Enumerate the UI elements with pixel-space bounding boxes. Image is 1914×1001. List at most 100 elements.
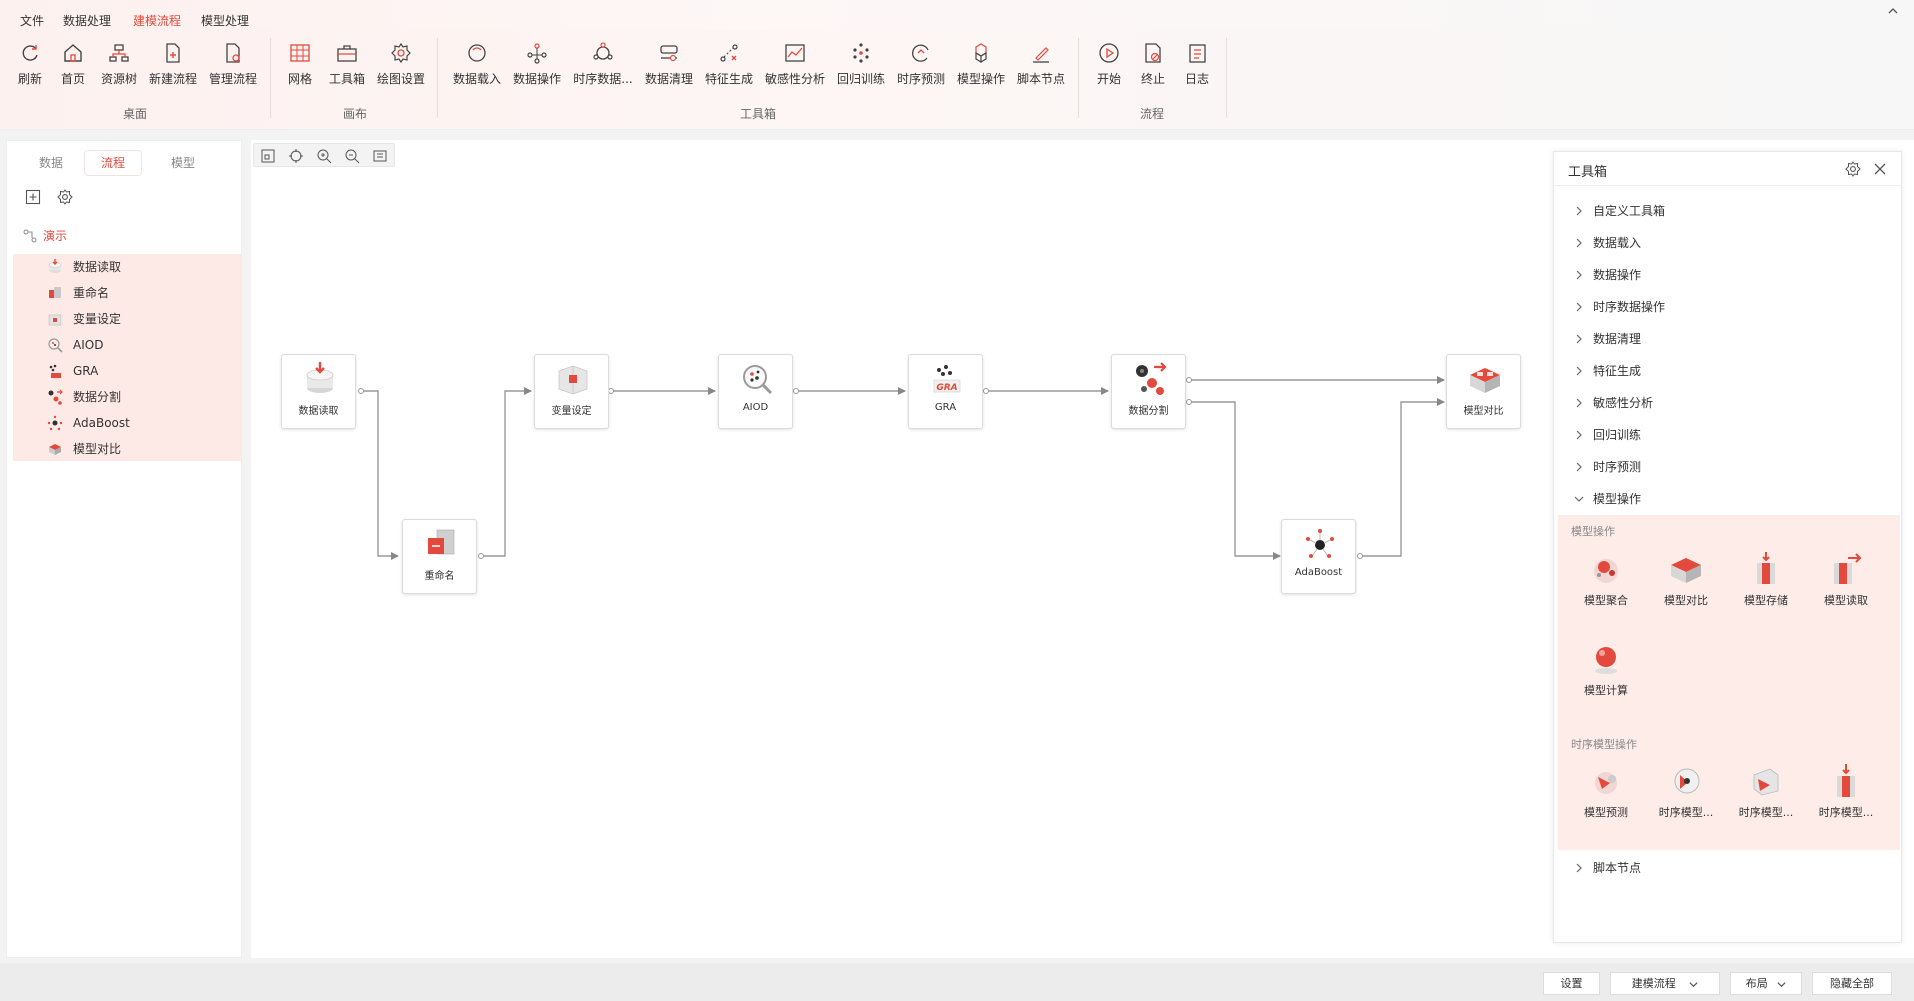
new-flow-button[interactable]: 新建流程 — [148, 42, 198, 102]
close-icon[interactable] — [1872, 161, 1888, 177]
grid-button[interactable]: 网格 — [286, 42, 314, 102]
flow-node-adaboost[interactable]: AdaBoost — [1281, 519, 1356, 594]
tool-model-save[interactable]: 模型存储 — [1730, 545, 1802, 615]
menu-file[interactable]: 文件 — [20, 12, 44, 29]
tool-label: 模型对比 — [1664, 594, 1708, 607]
list-item-label: AIOD — [73, 338, 104, 352]
toolbox-category[interactable]: 数据操作 — [1554, 259, 1901, 291]
collapse-ribbon-icon[interactable] — [1886, 4, 1900, 18]
flow-node-data-read[interactable]: 数据读取 — [281, 354, 356, 429]
resource-tree-button[interactable]: 资源树 — [98, 42, 140, 102]
list-item[interactable]: GRA — [13, 358, 241, 384]
tool-model-compute[interactable]: 模型计算 — [1570, 635, 1642, 705]
tool-model-compare[interactable]: 模型对比 — [1650, 545, 1722, 615]
flow-node-model-compare[interactable]: 模型对比 — [1446, 354, 1521, 429]
home-button[interactable]: 首页 — [57, 42, 89, 102]
list-item-label: 变量设定 — [73, 312, 122, 326]
data-load-button[interactable]: 数据载入 — [452, 42, 502, 102]
flow-node-list: 数据读取 重命名 变量设定 AIOD GRA 数据分割 AdaBoost 模型对… — [13, 254, 241, 461]
chevron-right-icon — [1576, 398, 1582, 408]
data-read-icon — [48, 259, 62, 273]
menu-modeling-flow[interactable]: 建模流程 — [133, 12, 181, 29]
draw-settings-button[interactable]: 绘图设置 — [376, 42, 426, 102]
flow-node-rename[interactable]: 重命名 — [402, 519, 477, 594]
toolbox-category[interactable]: 特征生成 — [1554, 355, 1901, 387]
chevron-right-icon — [1576, 238, 1582, 248]
menu-data-processing[interactable]: 数据处理 — [63, 12, 111, 29]
toolbox-category[interactable]: 数据载入 — [1554, 227, 1901, 259]
list-item[interactable]: 数据分割 — [13, 384, 241, 410]
status-bar: 设置 建模流程 布局 隐藏全部 — [0, 963, 1914, 1001]
gear-icon[interactable] — [1845, 161, 1861, 177]
data-clean-button[interactable]: 数据清理 — [644, 42, 694, 102]
menu-model-processing[interactable]: 模型处理 — [201, 12, 249, 29]
chevron-down-icon — [1777, 981, 1786, 987]
settings-icon[interactable] — [57, 189, 73, 205]
tree-root-demo[interactable]: 演示 — [19, 225, 239, 247]
toolbox-category[interactable]: 回归训练 — [1554, 419, 1901, 451]
node-label: 重命名 — [424, 571, 455, 582]
center-icon[interactable] — [288, 148, 304, 164]
sensitivity-button[interactable]: 敏感性分析 — [764, 42, 826, 102]
tool-model-predict[interactable]: 模型预测 — [1570, 757, 1642, 827]
tool-label: 模型存储 — [1744, 594, 1788, 607]
list-item[interactable]: 变量设定 — [13, 306, 241, 332]
tab-data[interactable]: 数据 — [23, 151, 79, 175]
toolbox-button[interactable]: 工具箱 — [327, 42, 367, 102]
settings-button[interactable]: 设置 — [1543, 972, 1600, 995]
adaboost-icon — [47, 415, 63, 431]
data-op-icon — [527, 43, 547, 64]
tab-flow[interactable]: 流程 — [85, 151, 141, 175]
list-item[interactable]: 模型对比 — [13, 436, 241, 462]
flow-node-data-split[interactable]: 数据分割 — [1111, 354, 1186, 429]
toolbox-category[interactable]: 时序预测 — [1554, 451, 1901, 483]
toolbox-category[interactable]: 脚本节点 — [1554, 852, 1901, 884]
ts-predict-button[interactable]: 时序预测 — [896, 42, 946, 102]
toolbox-category[interactable]: 自定义工具箱 — [1554, 195, 1901, 227]
flow-node-gra[interactable]: GRA GRA — [908, 354, 983, 429]
flow-node-aiod[interactable]: AIOD — [718, 354, 793, 429]
minimap-icon[interactable] — [372, 148, 388, 164]
feature-gen-button[interactable]: 特征生成 — [704, 42, 754, 102]
list-item[interactable]: 数据读取 — [13, 254, 241, 280]
start-button[interactable]: 开始 — [1094, 42, 1124, 102]
list-item-label: AdaBoost — [73, 416, 130, 430]
tab-model[interactable]: 模型 — [155, 151, 211, 175]
toolbox-category[interactable]: 敏感性分析 — [1554, 387, 1901, 419]
data-op-button[interactable]: 数据操作 — [512, 42, 562, 102]
model-op-button[interactable]: 模型操作 — [956, 42, 1006, 102]
category-label: 脚本节点 — [1593, 861, 1642, 875]
zoom-in-icon[interactable] — [316, 148, 332, 164]
tool-label: 时序模型... — [1658, 806, 1714, 819]
hide-all-button[interactable]: 隐藏全部 — [1812, 972, 1892, 995]
manage-flow-button[interactable]: 管理流程 — [208, 42, 258, 102]
list-item[interactable]: AIOD — [13, 332, 241, 358]
model-read-icon — [1834, 553, 1862, 584]
tool-model-read[interactable]: 模型读取 — [1810, 545, 1882, 615]
refresh-button[interactable]: 刷新 — [14, 42, 46, 102]
chevron-right-icon — [1576, 430, 1582, 440]
zoom-out-icon[interactable] — [344, 148, 360, 164]
toolbox-category[interactable]: 时序数据操作 — [1554, 291, 1901, 323]
tool-model-aggregate[interactable]: 模型聚合 — [1570, 545, 1642, 615]
layout-select[interactable]: 布局 — [1730, 972, 1802, 995]
stop-button[interactable]: 终止 — [1138, 42, 1168, 102]
ts-data-button[interactable]: 时序数据... — [572, 42, 634, 102]
list-item[interactable]: 重命名 — [13, 280, 241, 306]
fit-view-icon[interactable] — [260, 148, 276, 164]
flow-node-variable-set[interactable]: 变量设定 — [534, 354, 609, 429]
add-flow-icon[interactable] — [25, 189, 41, 205]
tool-ts-model-1[interactable]: 时序模型... — [1650, 757, 1722, 827]
toolbox-category[interactable]: 数据清理 — [1554, 323, 1901, 355]
regression-button[interactable]: 回归训练 — [836, 42, 886, 102]
tool-ts-model-3[interactable]: 时序模型... — [1810, 757, 1882, 827]
list-item[interactable]: AdaBoost — [13, 410, 241, 436]
data-load-icon — [468, 44, 486, 62]
log-button[interactable]: 日志 — [1182, 42, 1212, 102]
flow-select[interactable]: 建模流程 — [1610, 972, 1720, 995]
toolbox-category[interactable]: 模型操作 — [1554, 483, 1901, 515]
ribbon-toolbar: 刷新 首页 资源树 新建流程 管理流程 桌面 网格 工具箱 绘图设置 画布 数据… — [0, 30, 1914, 130]
tool-ts-model-2[interactable]: 时序模型... — [1730, 757, 1802, 827]
script-node-button[interactable]: 脚本节点 — [1016, 42, 1066, 102]
ribbon-divider — [437, 38, 438, 118]
